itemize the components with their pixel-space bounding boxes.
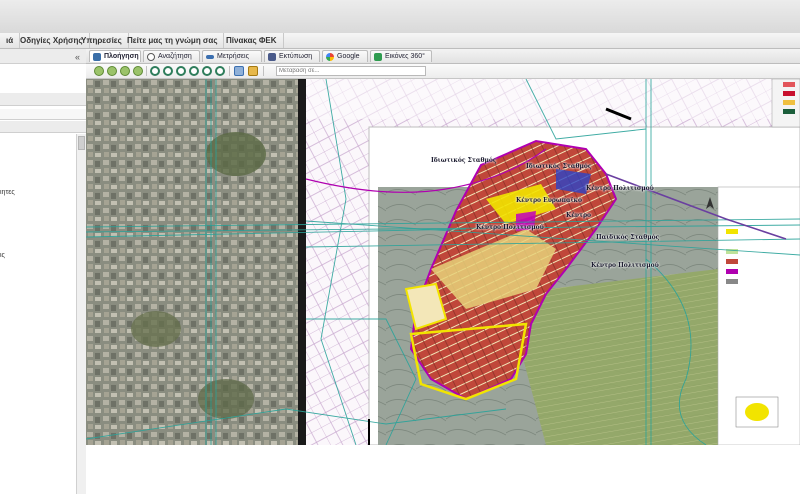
main-menubar: ιά Οδηγίες Χρήσης Υπηρεσίες Πείτε μας τη… (0, 33, 800, 49)
tab-label: Εικόνες 360° (385, 53, 425, 60)
left-panel-subheader (0, 93, 86, 106)
location-search-input[interactable] (276, 66, 426, 76)
tab-navigation[interactable]: Πλοήγηση (89, 50, 141, 62)
tab-search[interactable]: Αναζήτηση (143, 50, 200, 62)
zoom-next-icon[interactable] (202, 66, 212, 76)
map-poi-label: Ιδιωτικός Σταθμός (431, 157, 497, 164)
tab-images-360[interactable]: Εικόνες 360° (370, 50, 432, 62)
left-panel-text-fragment: ιητες (0, 189, 15, 196)
map-poi-label: Ιδιωτικός Σταθμός (526, 163, 592, 170)
map-poi-label: Κέντρο (566, 212, 592, 219)
left-panel-scrollbar[interactable] (76, 134, 86, 494)
menu-item-feedback[interactable]: Πείτε μας τη γνώμη σας (121, 33, 225, 48)
window-top-band (0, 0, 800, 34)
map-poi-label: Κέντρο Πολιτισμού (591, 262, 659, 269)
identify-tool-icon[interactable] (248, 66, 258, 76)
hand-pan-icon (93, 53, 101, 61)
printer-icon (268, 53, 276, 61)
tab-measurements[interactable]: Μετρήσεις (202, 50, 262, 62)
zoom-out-icon[interactable] (163, 66, 173, 76)
arrow-left-icon[interactable] (94, 66, 104, 76)
toolbar-separator (229, 66, 230, 76)
tab-label: Πλοήγηση (104, 53, 139, 60)
ruler-icon (206, 55, 214, 59)
pan-tool-icon[interactable] (234, 66, 244, 76)
zoom-in-icon[interactable] (150, 66, 160, 76)
tab-label: Εκτύπωση (279, 53, 313, 60)
left-panel-text-fragment: ις (0, 252, 5, 259)
tab-label: Μετρήσεις (217, 53, 249, 60)
collapse-panel-button[interactable]: « (72, 52, 83, 62)
camera-360-icon (374, 53, 382, 61)
zoom-extent-icon[interactable] (176, 66, 186, 76)
left-side-panel: ιητες ις (0, 49, 87, 494)
tab-label: Google (337, 53, 360, 60)
left-panel-subheader-2 (0, 121, 86, 133)
map-canvas[interactable] (86, 79, 800, 445)
tab-google[interactable]: Google (322, 50, 368, 62)
tab-label: Αναζήτηση (158, 53, 192, 60)
magnifier-icon (147, 53, 155, 61)
google-g-icon (326, 53, 334, 61)
toolbar-separator (146, 66, 147, 76)
arrow-up-icon[interactable] (107, 66, 117, 76)
arrow-right-icon[interactable] (133, 66, 143, 76)
map-poi-label: Κέντρο Πολιτισμού (476, 224, 544, 231)
map-poi-label: Κέντρο Πολιτισμού (586, 185, 654, 192)
map-viewport[interactable]: Ιδιωτικός Σταθμός Ιδιωτικός Σταθμός Κέντ… (86, 79, 800, 445)
tab-print[interactable]: Εκτύπωση (264, 50, 320, 62)
tool-tab-bar: Πλοήγηση Αναζήτηση Μετρήσεις Εκτύπωση Go… (86, 49, 800, 64)
toolbar-separator (263, 66, 264, 76)
map-toolbar (86, 64, 800, 79)
menu-item-fek-table[interactable]: Πίνακας ΦΕΚ (220, 33, 284, 48)
scrollbar-thumb[interactable] (78, 136, 85, 150)
map-poi-label: Κέντρο Ευρωπαϊκό (516, 197, 582, 204)
left-panel-row (0, 109, 86, 120)
zoom-box-icon[interactable] (215, 66, 225, 76)
arrow-down-icon[interactable] (120, 66, 130, 76)
map-poi-label: Παιδικός Σταθμός (596, 234, 660, 241)
zoom-previous-icon[interactable] (189, 66, 199, 76)
